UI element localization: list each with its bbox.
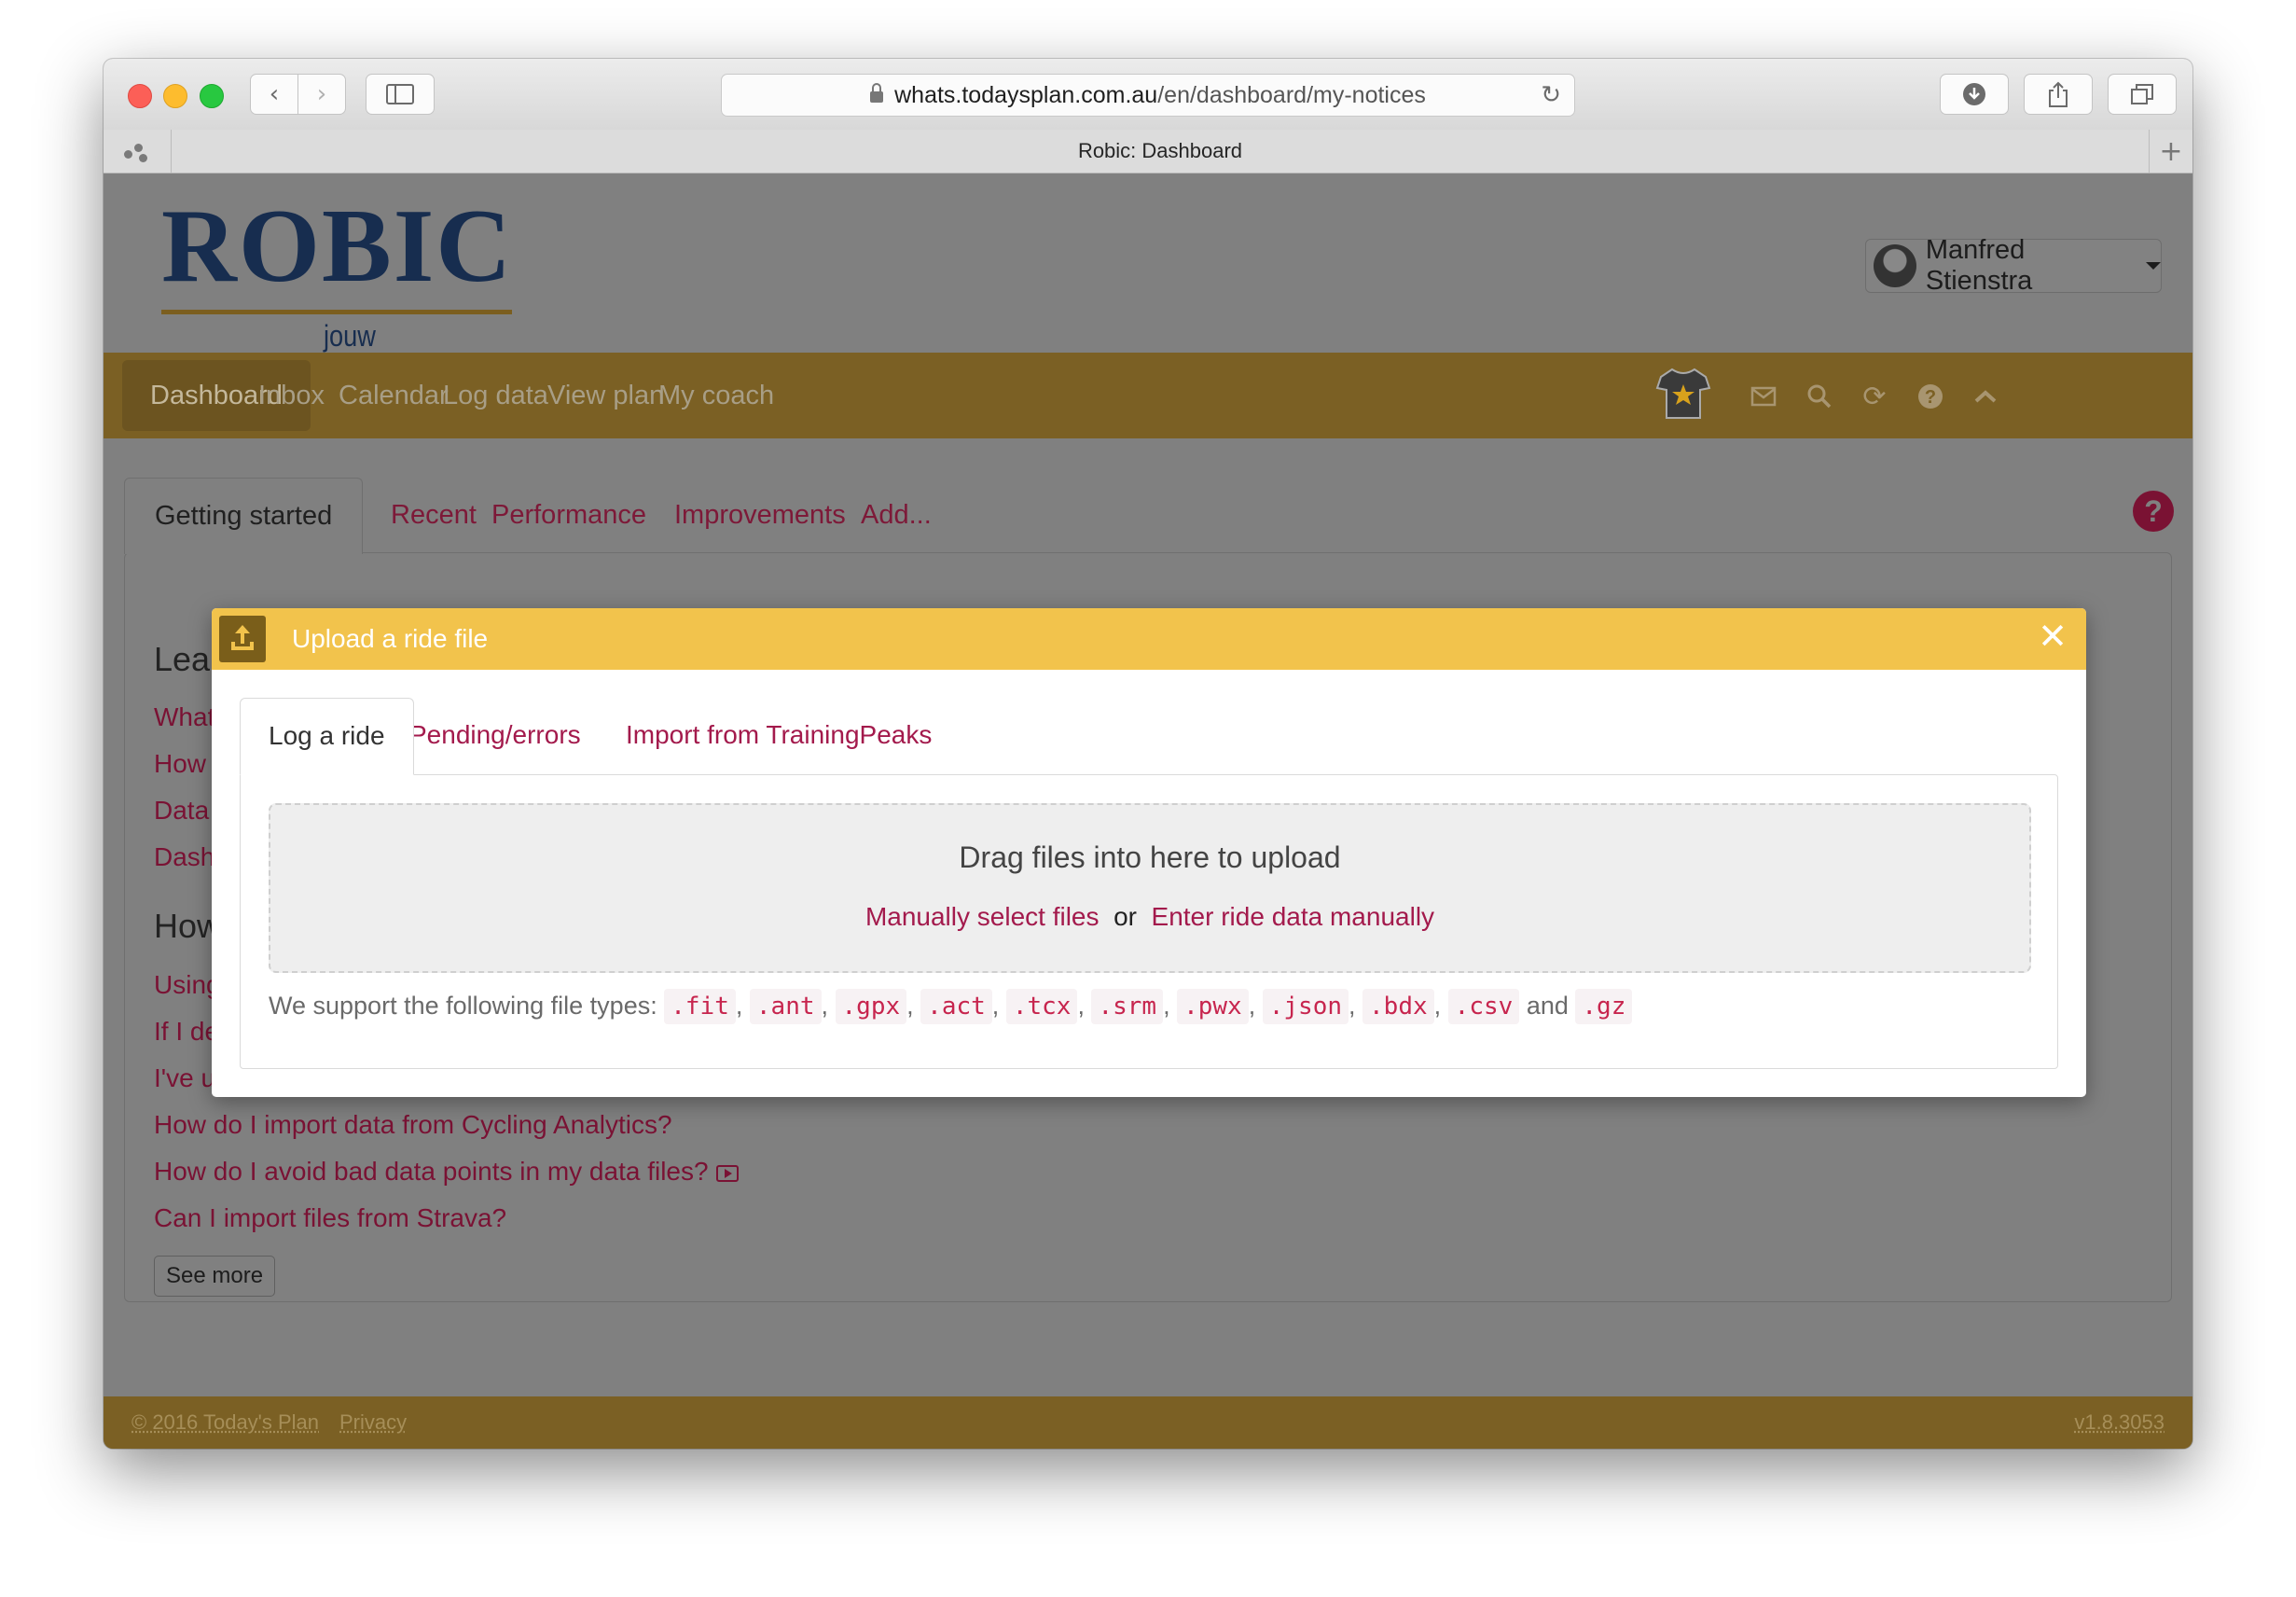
dropzone-links: Manually select files or Enter ride data… [270,902,2029,932]
help-link-strava[interactable]: Can I import files from Strava? [154,1203,506,1233]
downloads-button[interactable] [1940,74,2009,115]
tab-log-a-ride[interactable]: Log a ride [240,698,414,775]
file-type: .gpx [835,989,907,1024]
upload-icon [219,616,266,662]
help-link[interactable]: Using [154,970,221,1000]
file-type: .json [1262,989,1349,1024]
file-type: .fit [664,989,736,1024]
chevron-left-icon: ‹ [269,80,280,108]
help-link-cycling-analytics[interactable]: How do I import data from Cycling Analyt… [154,1110,672,1140]
help-link-label: How do I avoid bad data points in my dat… [154,1157,709,1186]
tab-add[interactable]: Add... [831,478,961,552]
reload-icon[interactable]: ↻ [1541,81,1561,109]
mail-icon[interactable] [1740,373,1787,420]
url-path: /en/dashboard/my-notices [1157,81,1426,108]
jersey-star-icon[interactable] [1653,364,1713,424]
tab-title[interactable]: Robic: Dashboard [171,130,2150,173]
help-link[interactable]: I've u [154,1063,215,1093]
log-ride-panel: Drag files into here to upload Manually … [240,774,2058,1069]
sidebar-toggle-button[interactable] [366,74,435,115]
tab-import-trainingpeaks[interactable]: Import from TrainingPeaks [598,698,960,774]
file-type: .pwx [1177,989,1249,1024]
and-text: and [1526,992,1569,1020]
file-type: .srm [1091,989,1164,1024]
robic-logo[interactable]: ROBIC jouw wielercoach. [161,188,516,387]
logo-underline [161,310,512,314]
file-type: .tcx [1005,989,1078,1024]
modal-title: Upload a ride file [292,624,489,653]
dropzone-title: Drag files into here to upload [959,840,1341,874]
lock-icon [870,83,884,103]
user-name: Manfred Stienstra [1925,235,2033,296]
browser-window: ‹ › whats.todaysplan.com.au/en/dashboard… [104,59,2192,1449]
sidebar-icon [386,84,414,104]
share-button[interactable] [2024,74,2093,115]
browser-toolbar: ‹ › whats.todaysplan.com.au/en/dashboard… [104,59,2192,131]
search-icon[interactable] [1796,373,1843,420]
page: ROBIC jouw wielercoach. Manfred Stienstr… [104,174,2192,1449]
chevron-right-icon: › [316,80,327,108]
caret-down-icon [2146,262,2161,270]
new-tab-button[interactable]: + [2149,130,2192,173]
help-link[interactable]: How [154,749,206,779]
help-icon[interactable]: ? [1907,373,1954,420]
tab-bar: Robic: Dashboard + [104,130,2192,174]
forward-button[interactable]: › [297,74,346,115]
learn-heading: Lea [154,640,211,678]
plus-icon: + [2159,134,2183,168]
help-link[interactable]: Data [154,796,209,826]
help-circle-icon[interactable]: ? [2133,491,2174,532]
file-type: .gz [1575,989,1633,1024]
help-link-bad-data-points[interactable]: How do I avoid bad data points in my dat… [154,1157,739,1187]
footer-privacy-link[interactable]: Privacy [339,1410,407,1435]
file-type: .csv [1447,989,1520,1024]
modal-header: Upload a ride file ✕ [212,608,2086,670]
zoom-window-button[interactable] [200,84,224,108]
tab-pending-errors[interactable]: Pending/errors [381,698,609,774]
minimize-window-button[interactable] [163,84,187,108]
support-text: We support the following file types: [269,992,657,1020]
nav-my-coach[interactable]: My coach [630,360,802,431]
help-link[interactable]: What [154,702,214,732]
url-host: whats.todaysplan.com.au [894,81,1158,108]
close-window-button[interactable] [128,84,152,108]
download-icon [1963,83,1985,105]
svg-text:?: ? [1925,387,1936,408]
user-menu-button[interactable]: Manfred Stienstra [1865,235,2162,296]
logo-wordmark: ROBIC [161,188,514,304]
manually-select-files-link[interactable]: Manually select files [865,902,1100,931]
file-type: .ant [749,989,822,1024]
help-link[interactable]: If I de [154,1017,219,1047]
file-type: .act [920,989,992,1024]
help-link[interactable]: Dash [154,842,214,872]
footer: © 2016 Today's Plan Privacy v1.8.3053 [104,1396,2192,1449]
tabs-icon [2131,84,2153,104]
enter-ride-data-link[interactable]: Enter ride data manually [1152,902,1435,931]
collapse-icon[interactable] [1962,373,2009,420]
main-nav: Dashboard Inbox Calendar Log data View p… [104,353,2192,438]
supported-file-types: We support the following file types: .fi… [269,989,1633,1024]
address-bar[interactable]: whats.todaysplan.com.au/en/dashboard/my-… [721,74,1575,117]
tab-getting-started[interactable]: Getting started [124,478,364,554]
close-icon[interactable]: ✕ [2038,616,2068,657]
footer-copyright[interactable]: © 2016 Today's Plan [131,1410,319,1435]
upload-ride-modal: Upload a ride file ✕ Log a ride Pending/… [212,608,2086,1097]
show-tabs-button[interactable] [2108,74,2177,115]
footer-version: v1.8.3053 [2074,1410,2165,1434]
see-more-button[interactable]: See more [154,1256,276,1297]
share-icon [2049,81,2068,107]
tab-overview-icon[interactable] [104,130,172,173]
file-type: .bdx [1362,989,1434,1024]
or-text: or [1113,902,1137,931]
file-dropzone[interactable]: Drag files into here to upload Manually … [269,803,2031,973]
sync-icon[interactable]: ⟳ [1851,373,1898,420]
back-button[interactable]: ‹ [250,74,298,115]
video-icon [715,1164,739,1182]
avatar [1874,244,1916,287]
